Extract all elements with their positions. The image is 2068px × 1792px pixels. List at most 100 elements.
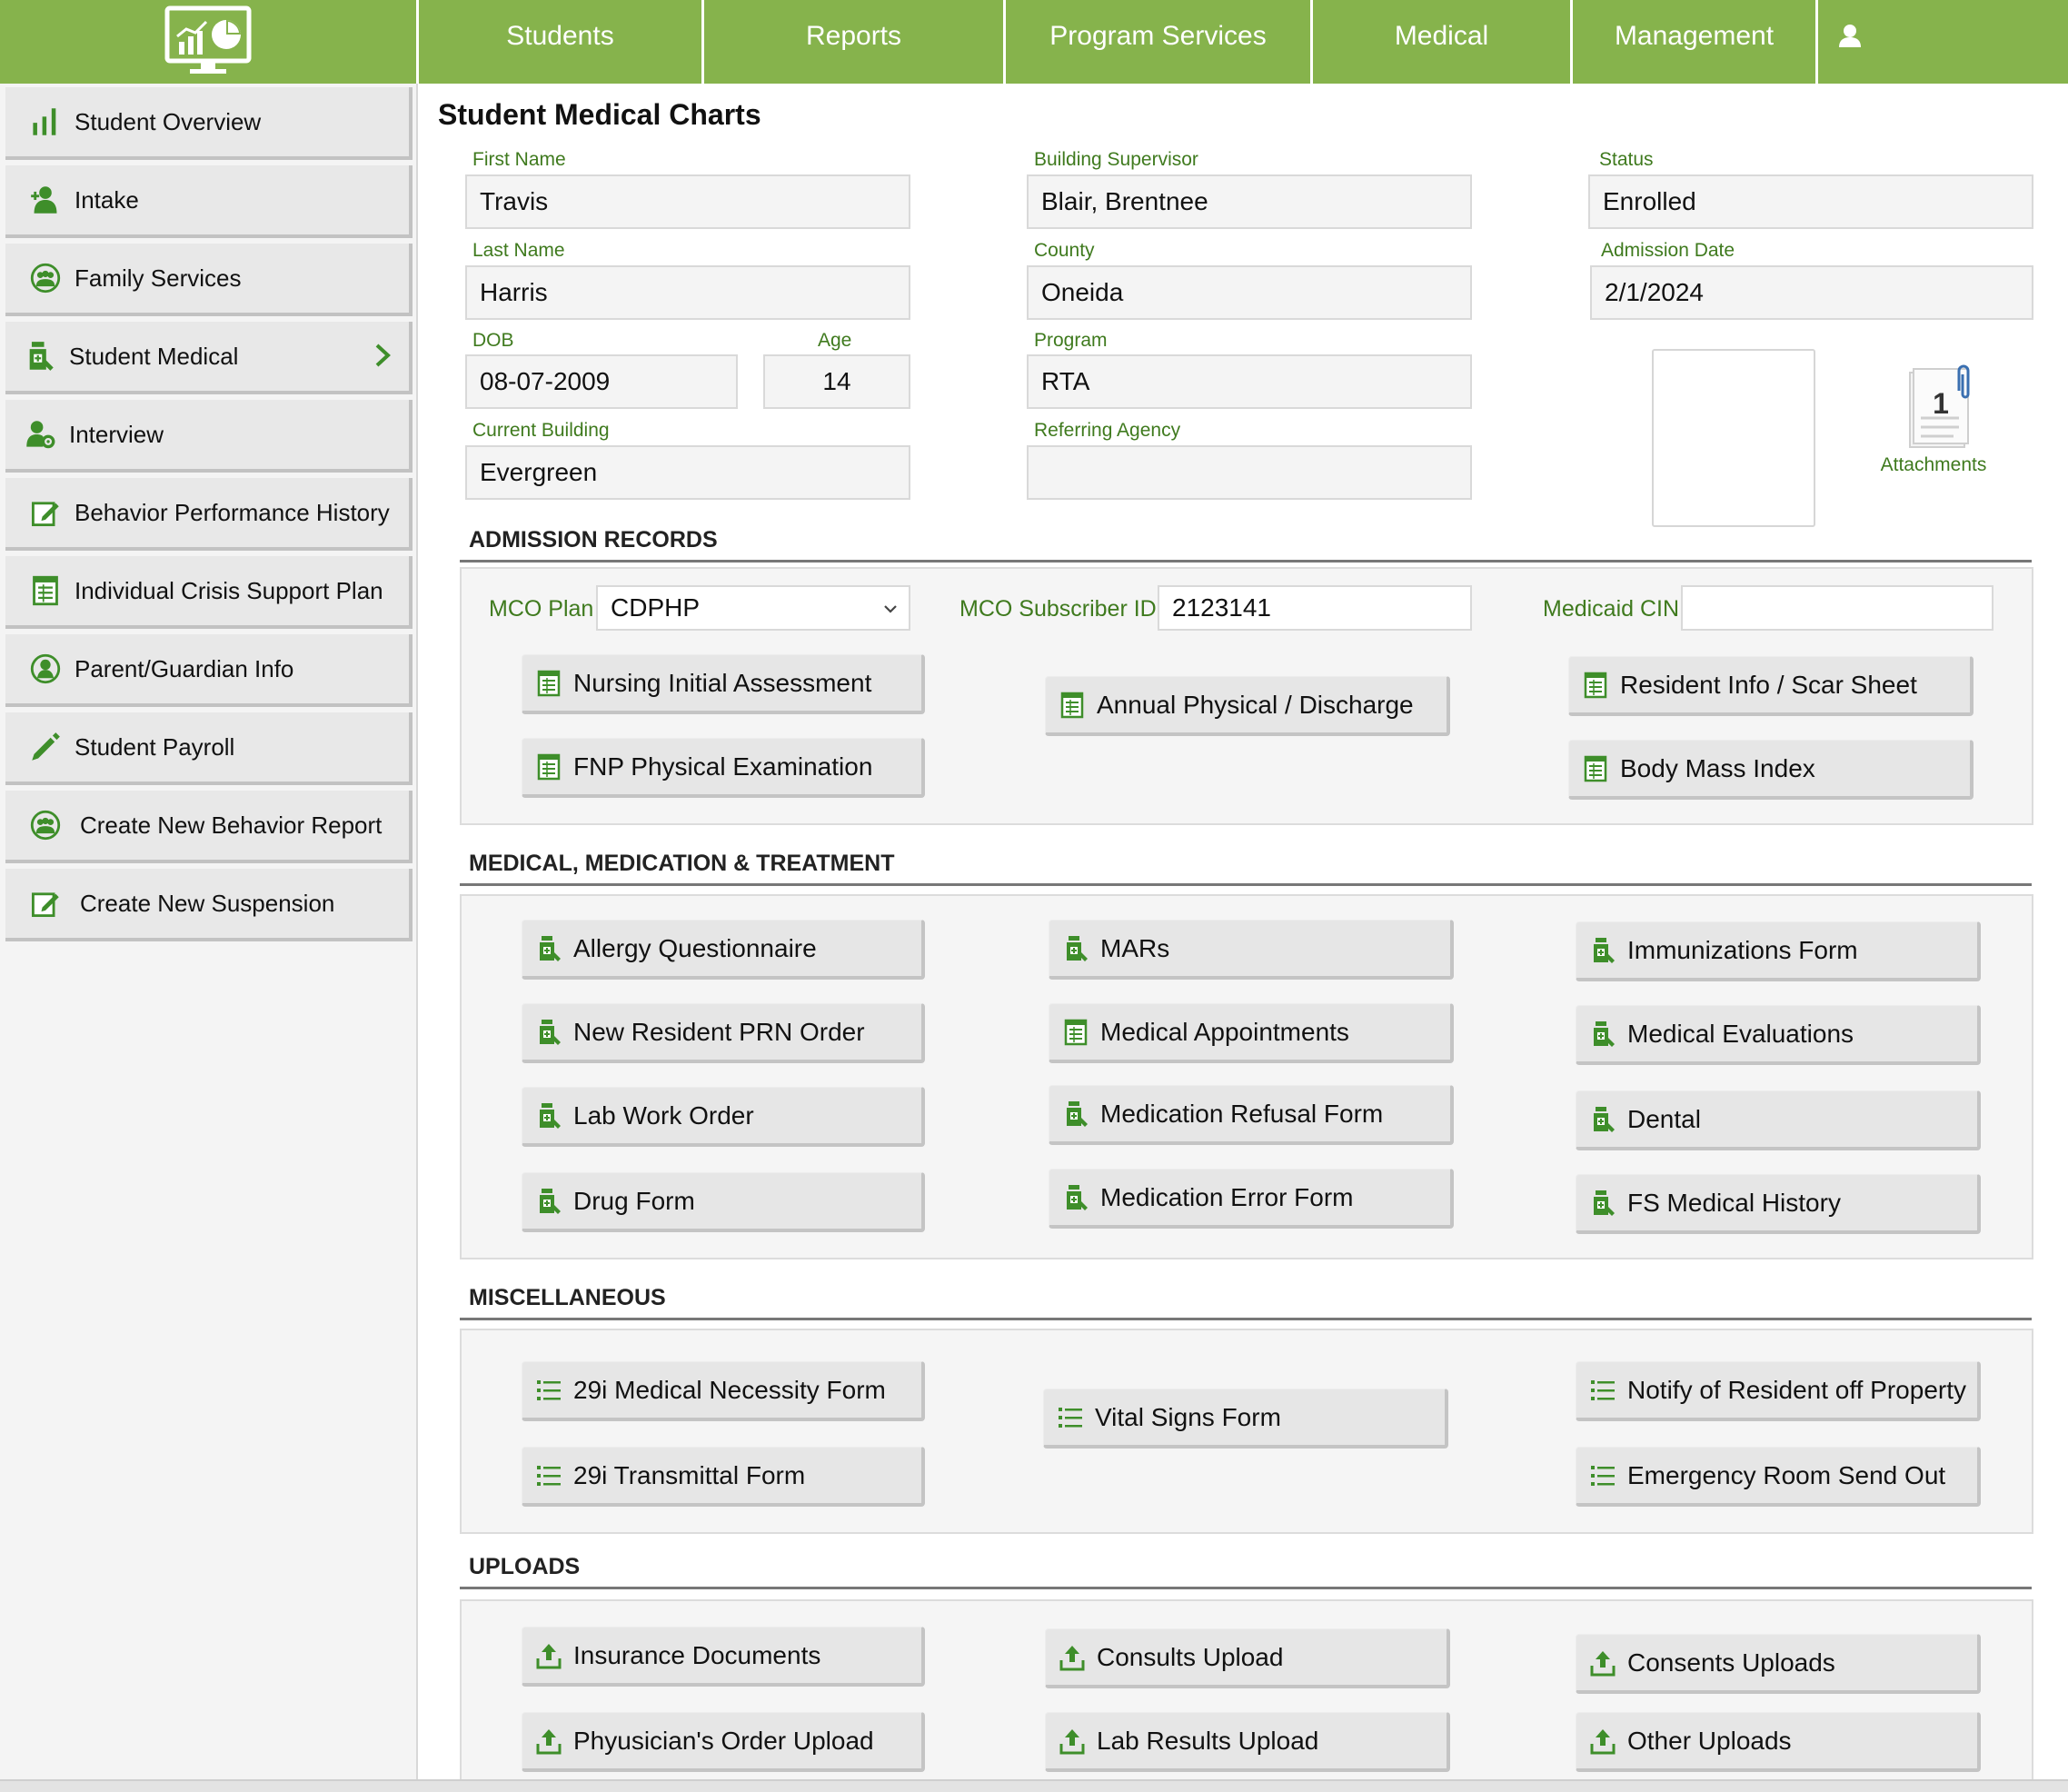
- resident-info-scar-sheet-button[interactable]: Resident Info / Scar Sheet: [1568, 656, 1974, 716]
- sidebar-item-individual-crisis-support-plan[interactable]: Individual Crisis Support Plan: [5, 556, 413, 629]
- app-logo[interactable]: [0, 0, 416, 84]
- medical-appointments-button[interactable]: Medical Appointments: [1049, 1003, 1454, 1063]
- last-name-field[interactable]: Harris: [465, 265, 910, 320]
- dashboard-logo-icon: [164, 5, 252, 74]
- nav-reports[interactable]: Reports: [701, 0, 1003, 84]
- admission-records-heading: ADMISSION RECORDS: [469, 527, 718, 553]
- age-field[interactable]: 14: [763, 354, 910, 409]
- drug-form-button[interactable]: Drug Form: [522, 1172, 925, 1232]
- sidebar-item-parent-guardian-info[interactable]: Parent/Guardian Info: [5, 634, 413, 707]
- body-mass-index-button[interactable]: Body Mass Index: [1568, 740, 1974, 800]
- upload-icon: [1057, 1726, 1088, 1757]
- form-icon: [533, 752, 564, 782]
- insurance-documents-button[interactable]: Insurance Documents: [522, 1627, 925, 1687]
- pencil-icon: [27, 729, 64, 765]
- lab-work-order-button[interactable]: Lab Work Order: [522, 1087, 925, 1147]
- immunizations-form-button[interactable]: Immunizations Form: [1576, 921, 1981, 981]
- sidebar-item-student-overview[interactable]: Student Overview: [5, 87, 413, 160]
- user-gear-icon: [22, 416, 58, 453]
- sidebar-item-interview[interactable]: Interview: [5, 400, 413, 473]
- user-icon: [1838, 25, 1861, 47]
- sidebar-item-create-new-behavior-report[interactable]: Create New Behavior Report: [5, 791, 413, 863]
- group-icon: [27, 807, 64, 843]
- building-supervisor-field[interactable]: Blair, Brentnee: [1027, 174, 1472, 229]
- consults-upload-button[interactable]: Consults Upload: [1045, 1628, 1450, 1688]
- nav-user-profile[interactable]: [1815, 0, 1881, 84]
- 29i-medical-necessity-form-button[interactable]: 29i Medical Necessity Form: [522, 1361, 925, 1421]
- nav-medical[interactable]: Medical: [1310, 0, 1570, 84]
- lab-results-upload-button[interactable]: Lab Results Upload: [1045, 1712, 1450, 1772]
- fs-medical-history-button[interactable]: FS Medical History: [1576, 1174, 1981, 1234]
- medicine-bottle-icon: [1587, 1104, 1618, 1135]
- button-label: Other Uploads: [1627, 1726, 1792, 1755]
- bar-chart-icon: [27, 104, 64, 140]
- program-field[interactable]: RTA: [1027, 354, 1472, 409]
- medication-refusal-form-button[interactable]: Medication Refusal Form: [1049, 1085, 1454, 1145]
- nav-program-services[interactable]: Program Services: [1003, 0, 1310, 84]
- button-label: MARs: [1100, 933, 1170, 962]
- first-name-field[interactable]: Travis: [465, 174, 910, 229]
- emergency-room-send-out-button[interactable]: Emergency Room Send Out: [1576, 1447, 1981, 1507]
- medicine-bottle-icon: [1587, 1019, 1618, 1050]
- dental-button[interactable]: Dental: [1576, 1090, 1981, 1150]
- county-field[interactable]: Oneida: [1027, 265, 1472, 320]
- referring-agency-label: Referring Agency: [1034, 420, 1181, 441]
- sidebar-item-label: Behavior Performance History: [75, 498, 390, 526]
- mco-plan-select[interactable]: CDPHP: [596, 585, 910, 631]
- vital-signs-form-button[interactable]: Vital Signs Form: [1043, 1389, 1448, 1449]
- county-label: County: [1034, 240, 1095, 261]
- medicine-bottle-icon: [1060, 1099, 1091, 1130]
- medicine-bottle-icon: [1060, 1182, 1091, 1213]
- button-label: Lab Work Order: [573, 1100, 754, 1130]
- sidebar-item-label: Student Medical: [69, 342, 239, 370]
- sidebar-item-family-services[interactable]: Family Services: [5, 244, 413, 316]
- medication-error-form-button[interactable]: Medication Error Form: [1049, 1169, 1454, 1229]
- sidebar-item-intake[interactable]: Intake: [5, 165, 413, 238]
- edit-note-icon: [27, 885, 64, 921]
- sidebar-item-student-payroll[interactable]: Student Payroll: [5, 712, 413, 785]
- allergy-questionnaire-button[interactable]: Allergy Questionnaire: [522, 920, 925, 980]
- nav-students[interactable]: Students: [416, 0, 701, 84]
- annual-physical-discharge-button[interactable]: Annual Physical / Discharge: [1045, 676, 1450, 736]
- section-divider: [460, 883, 2032, 886]
- consents-uploads-button[interactable]: Consents Uploads: [1576, 1634, 1981, 1694]
- physicians-order-upload-button[interactable]: Phyusician's Order Upload: [522, 1712, 925, 1772]
- medicaid-cin-field[interactable]: [1681, 585, 1993, 631]
- sidebar-item-student-medical[interactable]: Student Medical: [5, 322, 413, 394]
- form-icon: [1057, 690, 1088, 721]
- nav-program-services-label: Program Services: [1049, 21, 1267, 51]
- notify-of-resident-off-property-button[interactable]: Notify of Resident off Property: [1576, 1361, 1981, 1421]
- button-label: Medication Refusal Form: [1100, 1099, 1384, 1128]
- referring-agency-field[interactable]: [1027, 445, 1472, 500]
- current-building-label: Current Building: [472, 420, 610, 441]
- upload-icon: [1057, 1642, 1088, 1673]
- mco-subscriber-id-field[interactable]: 2123141: [1158, 585, 1472, 631]
- mars-button[interactable]: MARs: [1049, 920, 1454, 980]
- sidebar-item-behavior-performance-history[interactable]: Behavior Performance History: [5, 478, 413, 551]
- button-label: Phyusician's Order Upload: [573, 1726, 874, 1755]
- medical-evaluations-button[interactable]: Medical Evaluations: [1576, 1005, 1981, 1065]
- horizontal-scrollbar[interactable]: [0, 1779, 2068, 1792]
- fnp-physical-examination-button[interactable]: FNP Physical Examination: [522, 738, 925, 798]
- dob-field[interactable]: 08-07-2009: [465, 354, 738, 409]
- nav-management[interactable]: Management: [1570, 0, 1815, 84]
- edit-note-icon: [27, 494, 64, 531]
- medicine-bottle-icon: [533, 933, 564, 964]
- sidebar-item-create-new-suspension[interactable]: Create New Suspension: [5, 869, 413, 941]
- other-uploads-button[interactable]: Other Uploads: [1576, 1712, 1981, 1772]
- list-icon: [533, 1375, 564, 1406]
- current-building-field[interactable]: Evergreen: [465, 445, 910, 500]
- list-icon: [1587, 1460, 1618, 1491]
- new-resident-prn-order-button[interactable]: New Resident PRN Order: [522, 1003, 925, 1063]
- nursing-initial-assessment-button[interactable]: Nursing Initial Assessment: [522, 654, 925, 714]
- button-label: Lab Results Upload: [1097, 1726, 1319, 1755]
- medicine-bottle-icon: [1060, 933, 1091, 964]
- admission-date-label: Admission Date: [1601, 240, 1735, 261]
- student-photo[interactable]: [1652, 349, 1815, 527]
- status-field[interactable]: Enrolled: [1588, 174, 2033, 229]
- button-label: Dental: [1627, 1104, 1701, 1133]
- medicine-bottle-icon: [533, 1186, 564, 1217]
- 29i-transmittal-form-button[interactable]: 29i Transmittal Form: [522, 1447, 925, 1507]
- admission-date-field[interactable]: 2/1/2024: [1590, 265, 2033, 320]
- attachments-button[interactable]: 1 Attachments: [1872, 360, 1995, 478]
